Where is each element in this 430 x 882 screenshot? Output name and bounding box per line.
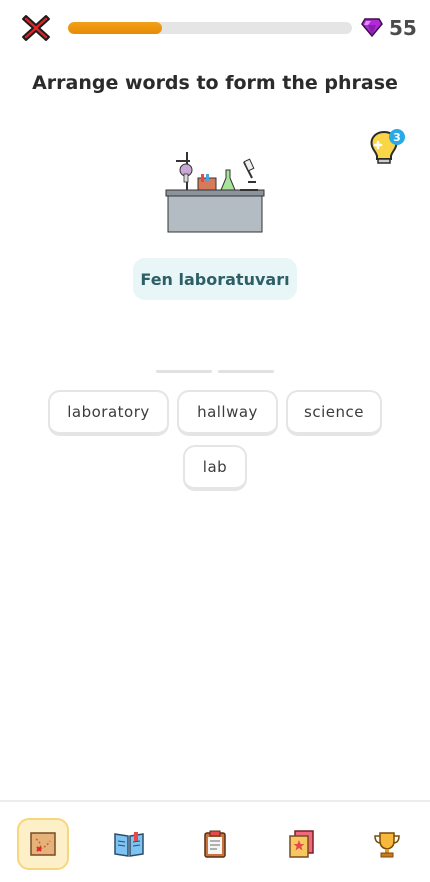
word-tile-science[interactable]: science [286, 390, 382, 436]
lesson-progress-bar [68, 22, 352, 34]
hint-badge: 3 [393, 131, 401, 144]
lesson-progress-fill [68, 22, 162, 34]
nav-flashcards[interactable] [275, 818, 327, 870]
trophy-icon [374, 832, 400, 858]
lightbulb-icon[interactable]: 3 [366, 128, 408, 168]
top-bar: 55 [0, 0, 430, 56]
gem-count: 55 [389, 16, 417, 40]
answer-slot[interactable] [218, 370, 274, 373]
gem-icon [361, 18, 383, 37]
book-icon [114, 832, 144, 857]
nav-trophy[interactable] [361, 818, 413, 870]
nav-map[interactable] [17, 818, 69, 870]
nav-book[interactable] [103, 818, 155, 870]
nav-clipboard[interactable] [189, 818, 241, 870]
flashcards-icon [289, 830, 314, 858]
close-x-icon[interactable] [20, 12, 52, 44]
map-icon [30, 832, 56, 856]
word-tile-laboratory[interactable]: laboratory [48, 390, 169, 436]
laboratory-bench-illustration [165, 152, 265, 233]
word-tile-hallway[interactable]: hallway [177, 390, 278, 436]
source-phrase-chip[interactable]: Fen laboratuvarı [133, 258, 297, 300]
clipboard-icon [204, 830, 226, 858]
page-title: Arrange words to form the phrase [32, 72, 398, 94]
answer-slot[interactable] [156, 370, 212, 373]
bottom-navigation [0, 800, 430, 882]
word-tile-lab[interactable]: lab [183, 445, 247, 491]
